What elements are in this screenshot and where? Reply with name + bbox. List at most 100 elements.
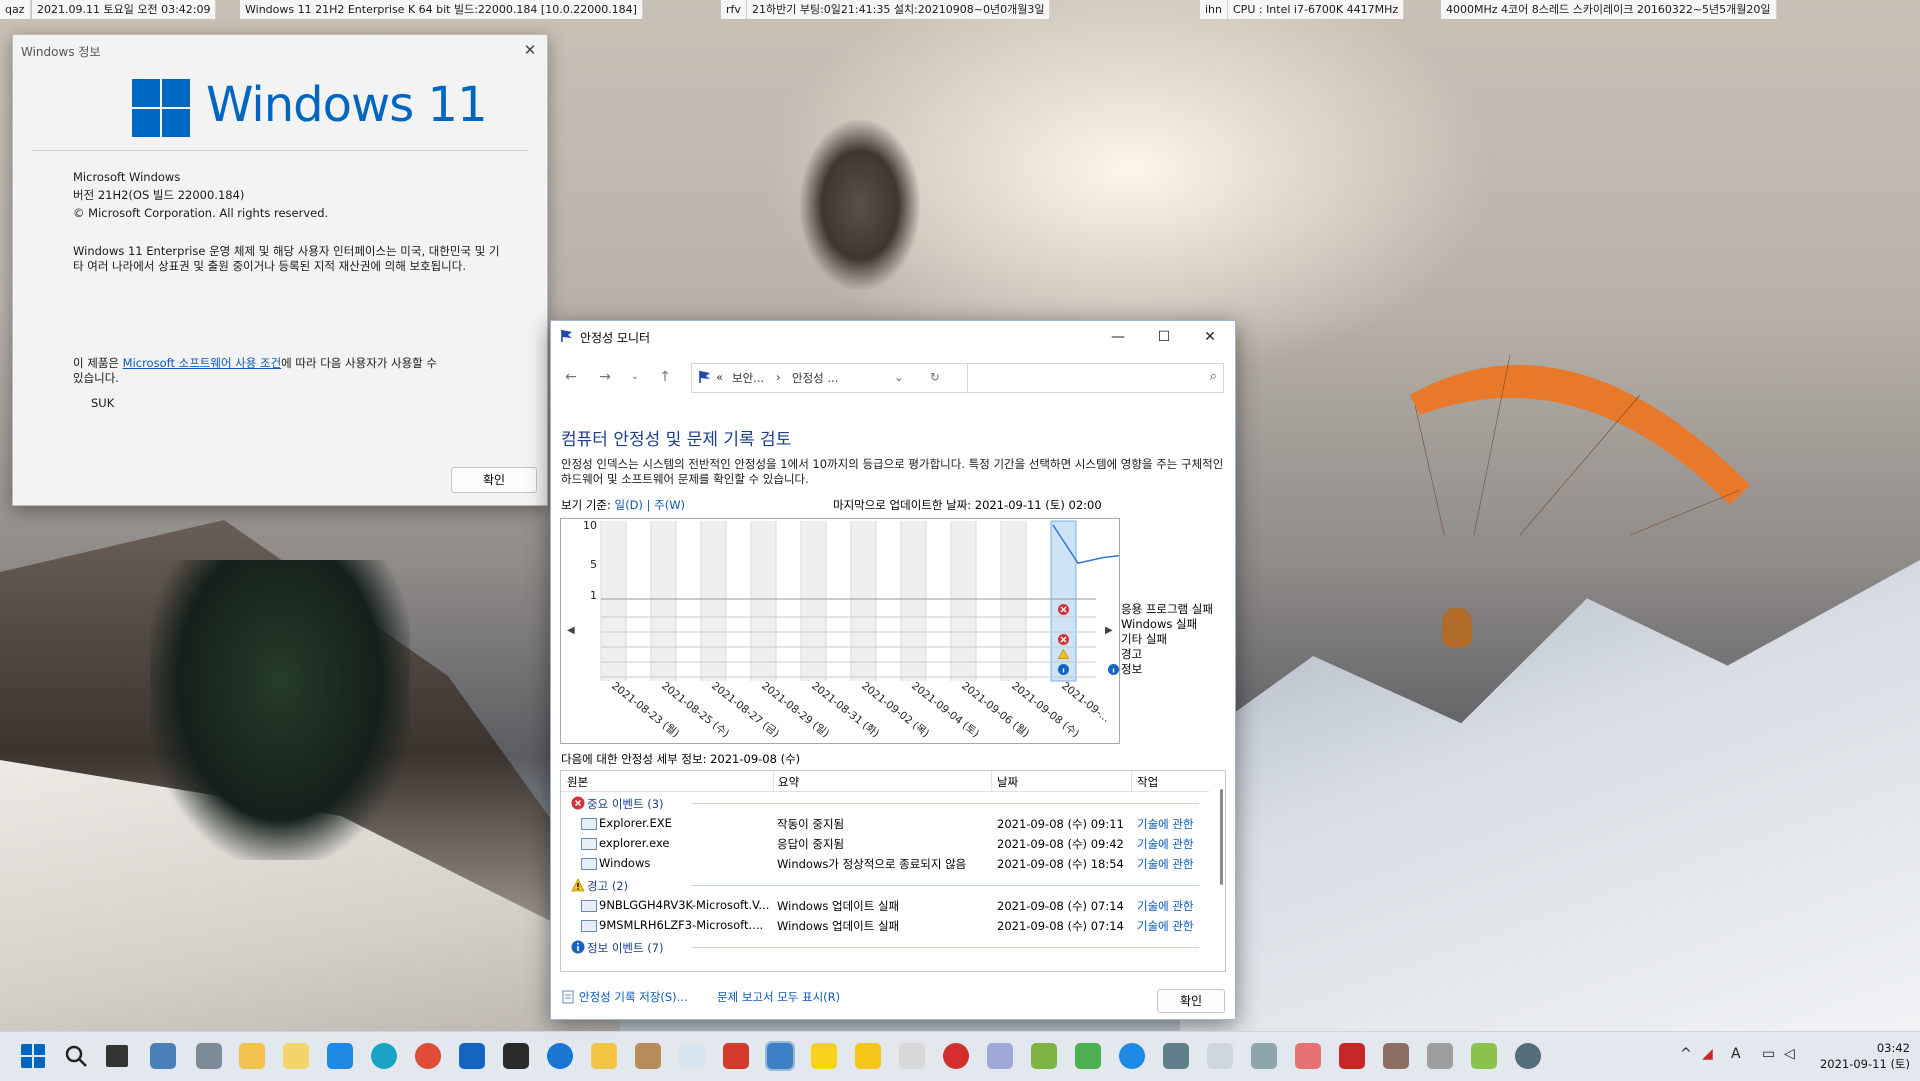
group-critical-events[interactable]: 중요 이벤트 (3) xyxy=(561,793,1209,813)
scroll-left-icon[interactable]: ◀ xyxy=(567,625,575,636)
editor-icon[interactable] xyxy=(899,1043,925,1069)
legend-warning: 경고 xyxy=(1121,647,1143,661)
globe-icon[interactable] xyxy=(1119,1043,1145,1069)
view-technical-details-link[interactable]: 기술에 관한 xyxy=(1137,816,1194,832)
media-icon[interactable] xyxy=(943,1043,969,1069)
info-app-icon[interactable] xyxy=(547,1043,573,1069)
recent-locations-icon[interactable]: ⌄ xyxy=(625,367,645,387)
reliability-chart-svg[interactable]: 10512021-08-23 (월)2021-08-25 (수)2021-08-… xyxy=(561,519,1129,743)
file-explorer-icon[interactable] xyxy=(239,1043,265,1069)
task-view-icon[interactable] xyxy=(106,1045,128,1067)
shield-icon[interactable] xyxy=(723,1043,749,1069)
downloader-icon[interactable] xyxy=(1339,1043,1365,1069)
system-tool-icon[interactable] xyxy=(1163,1043,1189,1069)
relmon-ok-button[interactable]: 확인 xyxy=(1157,989,1225,1013)
view-by: 보기 기준: 일(D) | 주(W) xyxy=(561,497,685,513)
about-titlebar[interactable]: Windows 정보 ✕ xyxy=(13,35,547,65)
network-app-icon[interactable] xyxy=(196,1043,222,1069)
breadcrumb-security[interactable]: 보안... xyxy=(732,370,764,386)
view-technical-details-link[interactable]: 기술에 관한 xyxy=(1137,836,1194,852)
search-icon[interactable] xyxy=(63,1043,89,1069)
group-warnings[interactable]: 경고 (2) xyxy=(561,875,1209,895)
terminal-icon[interactable] xyxy=(503,1043,529,1069)
view-all-reports-link[interactable]: 문제 보고서 모두 표시(R) xyxy=(717,989,840,1005)
ime-indicator[interactable]: A xyxy=(1731,1046,1741,1062)
group-information[interactable]: 정보 이벤트 (7) xyxy=(561,937,1209,957)
row-date: 2021-09-08 (수) 07:14 xyxy=(997,899,1124,913)
save-history-link[interactable]: 안정성 기록 저장(S)... xyxy=(579,989,688,1005)
settings-icon[interactable] xyxy=(1515,1043,1541,1069)
defender-icon[interactable] xyxy=(459,1043,485,1069)
row-date: 2021-09-08 (수) 09:11 xyxy=(997,817,1124,831)
table-row[interactable]: 9NBLGGH4RV3K-Microsoft.V... Windows 업데이트… xyxy=(561,895,1209,915)
volume-icon[interactable]: ◁ xyxy=(1784,1046,1795,1062)
edge-icon[interactable] xyxy=(371,1043,397,1069)
relmon-footer: 안정성 기록 저장(S)... 문제 보고서 모두 표시(R) 확인 xyxy=(551,979,1235,1019)
star-icon[interactable] xyxy=(591,1043,617,1069)
network-icon[interactable]: ▭ xyxy=(1762,1046,1775,1062)
app-icon[interactable] xyxy=(327,1043,353,1069)
about-title: Windows 정보 xyxy=(21,45,101,59)
close-icon[interactable]: ✕ xyxy=(1187,321,1233,353)
chevron-up-icon[interactable]: ^ xyxy=(1680,1046,1692,1062)
clock[interactable]: 03:42 2021-09-11 (토) xyxy=(1810,1040,1910,1072)
tool-icon[interactable] xyxy=(1031,1043,1057,1069)
utility-icon[interactable] xyxy=(1075,1043,1101,1069)
about-ok-button[interactable]: 확인 xyxy=(451,467,537,493)
performance-monitor-icon[interactable] xyxy=(150,1043,176,1069)
column-action[interactable]: 작업 xyxy=(1137,774,1158,790)
recycle-icon[interactable] xyxy=(679,1043,705,1069)
document-icon[interactable] xyxy=(1251,1043,1277,1069)
table-row[interactable]: explorer.exe 응답이 중지됨 2021-09-08 (수) 09:4… xyxy=(561,833,1209,853)
column-date[interactable]: 날짜 xyxy=(997,774,1018,790)
potplayer-icon[interactable] xyxy=(855,1043,881,1069)
relmon-titlebar[interactable]: 안정성 모니터 — ☐ ✕ xyxy=(551,321,1235,353)
address-bar[interactable]: « 보안... › 안정성 ... ⌄ ↻ xyxy=(691,363,968,393)
breadcrumb-reliability[interactable]: 안정성 ... xyxy=(792,370,838,386)
group-rule xyxy=(691,947,1199,948)
column-source[interactable]: 원본 xyxy=(567,774,588,790)
close-icon[interactable]: ✕ xyxy=(519,39,541,61)
minimize-icon[interactable]: — xyxy=(1095,321,1141,353)
reliability-chart[interactable]: 10 5 1 2021-08-23 (월) 2021-08-25 (수) 2021-08-… xyxy=(560,518,1129,744)
view-technical-details-link[interactable]: 기술에 관한 xyxy=(1137,918,1194,934)
view-technical-details-link[interactable]: 기술에 관한 xyxy=(1137,856,1194,872)
reliability-app-icon[interactable] xyxy=(765,1041,795,1071)
windows-logo-icon xyxy=(132,79,190,137)
row-summary: Windows 업데이트 실패 xyxy=(777,919,900,933)
scroll-right-icon[interactable]: ▶ xyxy=(1105,625,1113,636)
search-icon: ⌕ xyxy=(1209,369,1217,384)
maximize-icon[interactable]: ☐ xyxy=(1141,321,1187,353)
archive-icon[interactable] xyxy=(635,1043,661,1069)
row-summary: Windows가 정상적으로 종료되지 않음 xyxy=(777,857,967,871)
view-technical-details-link[interactable]: 기술에 관한 xyxy=(1137,898,1194,914)
notepad-icon[interactable] xyxy=(1471,1043,1497,1069)
refresh-icon[interactable]: ↻ xyxy=(930,370,940,384)
device-icon[interactable] xyxy=(1207,1043,1233,1069)
back-arrow-icon[interactable]: ← xyxy=(561,367,581,387)
table-row[interactable]: Explorer.EXE 작동이 중지됨 2021-09-08 (수) 09:1… xyxy=(561,813,1209,833)
grid-scrollbar[interactable] xyxy=(1220,789,1223,885)
tray-app-icon[interactable]: ◢ xyxy=(1702,1046,1713,1062)
gimp-icon[interactable] xyxy=(987,1043,1013,1069)
column-summary[interactable]: 요약 xyxy=(778,774,799,790)
start-icon[interactable] xyxy=(20,1043,46,1069)
player-icon[interactable] xyxy=(811,1043,837,1069)
view-week-link[interactable]: 주(W) xyxy=(654,498,685,512)
gun-icon[interactable] xyxy=(1427,1043,1453,1069)
house-icon[interactable] xyxy=(1383,1043,1409,1069)
chrome-icon[interactable] xyxy=(415,1043,441,1069)
forward-arrow-icon[interactable]: → xyxy=(595,367,615,387)
warning-icon xyxy=(571,878,585,892)
license-terms-link[interactable]: Microsoft 소프트웨어 사용 조건 xyxy=(123,356,282,370)
up-arrow-icon[interactable]: ↑ xyxy=(655,367,675,387)
view-day-link[interactable]: 일(D) xyxy=(615,498,643,512)
search-input[interactable]: ⌕ xyxy=(967,363,1224,393)
drive-icon[interactable] xyxy=(1295,1043,1321,1069)
notes-icon[interactable] xyxy=(283,1043,309,1069)
chevron-down-icon[interactable]: ⌄ xyxy=(894,370,904,384)
view-by-label: 보기 기준: xyxy=(561,498,611,512)
table-row[interactable]: 9MSMLRH6LZF3-Microsoft.... Windows 업데이트 … xyxy=(561,915,1209,935)
about-user: SUK xyxy=(91,396,115,410)
table-row[interactable]: Windows Windows가 정상적으로 종료되지 않음 2021-09-0… xyxy=(561,853,1209,873)
